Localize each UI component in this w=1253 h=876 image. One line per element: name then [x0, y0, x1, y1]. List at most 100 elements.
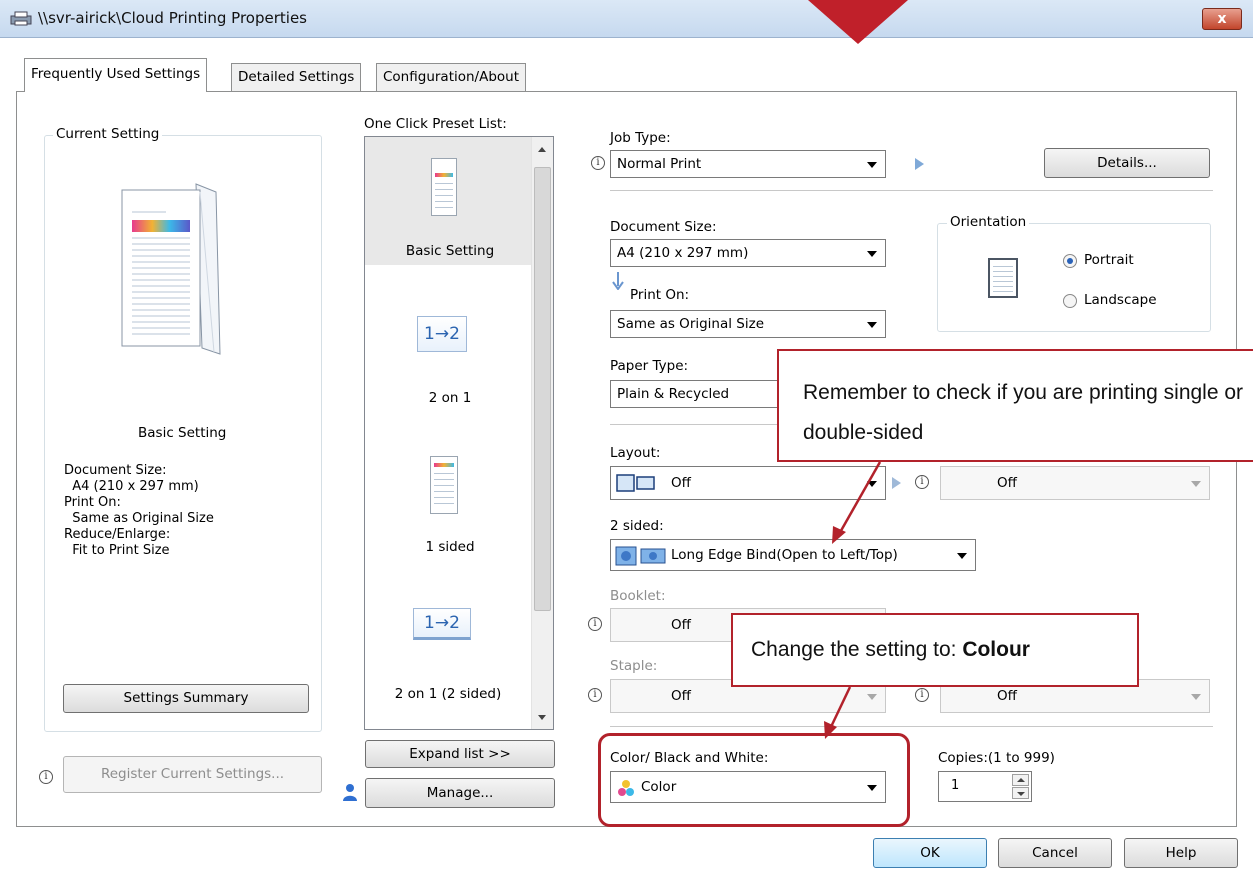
stepper-down-button[interactable]	[1012, 787, 1029, 799]
staple-value: Off	[671, 688, 691, 704]
color-bw-value: Color	[641, 779, 677, 795]
chevron-down-icon	[867, 785, 877, 791]
paper-type-value: Plain & Recycled	[617, 386, 730, 402]
color-bw-select[interactable]: Color	[610, 771, 886, 803]
info-icon: i	[591, 156, 605, 170]
staple-label: Staple:	[610, 658, 658, 674]
document-color-icon	[430, 456, 458, 514]
current-setting-legend: Current Setting	[53, 126, 163, 142]
tab-detailed-settings[interactable]: Detailed Settings	[231, 63, 362, 91]
preset-list[interactable]	[364, 136, 554, 730]
preset-item-label[interactable]: 2 on 1 (2 sided)	[378, 686, 518, 702]
current-setting-summary: Document Size: A4 (210 x 297 mm) Print O…	[64, 463, 214, 559]
expand-list-button[interactable]: Expand list >>	[365, 740, 555, 768]
preset-item-label[interactable]: 1 sided	[400, 539, 500, 555]
printer-icon	[10, 11, 32, 26]
preset-item-label[interactable]: 2 on 1	[400, 390, 500, 406]
duplex-icon	[615, 546, 666, 566]
close-button[interactable]: x	[1202, 8, 1242, 30]
job-type-select[interactable]: Normal Print	[610, 150, 886, 178]
copies-value: 1	[951, 778, 960, 793]
job-type-label: Job Type:	[610, 130, 671, 146]
scrollbar-thumb[interactable]	[534, 167, 551, 611]
arrow-right-icon	[915, 158, 924, 170]
staple-secondary-value: Off	[997, 688, 1017, 704]
tab-configuration-about[interactable]: Configuration/About	[376, 63, 527, 91]
settings-summary-button[interactable]: Settings Summary	[63, 684, 309, 713]
register-current-settings-button[interactable]: Register Current Settings...	[63, 756, 322, 793]
copies-stepper[interactable]: 1	[938, 771, 1032, 802]
printer-properties-window: \\svr-airick\Cloud Printing Properties x…	[0, 0, 1253, 876]
document-size-select[interactable]: A4 (210 x 297 mm)	[610, 239, 886, 267]
cancel-button[interactable]: Cancel	[998, 838, 1112, 868]
chevron-down-icon	[957, 553, 967, 559]
layout-icon	[616, 474, 655, 492]
orientation-legend: Orientation	[947, 214, 1030, 230]
document-preview-icon	[121, 183, 221, 355]
layout-secondary-select[interactable]: Off	[940, 466, 1210, 500]
layout-value: Off	[671, 475, 691, 491]
callout-arrow	[832, 461, 882, 544]
arrow-down-icon	[612, 272, 624, 290]
tab-frequently-used-settings[interactable]: Frequently Used Settings	[24, 58, 208, 92]
current-setting-name: Basic Setting	[138, 425, 227, 441]
chevron-down-icon	[1191, 481, 1201, 487]
summary-line: Fit to Print Size	[64, 543, 170, 558]
layout-label: Layout:	[610, 445, 661, 461]
layout-secondary-value: Off	[997, 475, 1017, 491]
stepper-up-button[interactable]	[1012, 774, 1029, 786]
callout-colour-bold: Colour	[962, 638, 1030, 661]
chevron-down-icon	[1191, 694, 1201, 700]
summary-line: Reduce/Enlarge:	[64, 527, 171, 542]
chevron-up-icon	[1017, 778, 1025, 782]
print-on-value: Same as Original Size	[617, 316, 765, 332]
print-on-select[interactable]: Same as Original Size	[610, 310, 886, 338]
two-sided-select[interactable]: Long Edge Bind(Open to Left/Top)	[610, 539, 976, 571]
summary-line: A4 (210 x 297 mm)	[64, 479, 199, 494]
details-button[interactable]: Details...	[1044, 148, 1210, 178]
info-icon: i	[588, 617, 602, 631]
callout-colour-text: Change the setting to:	[751, 638, 963, 661]
paper-type-label: Paper Type:	[610, 358, 689, 374]
scroll-up-icon[interactable]	[538, 147, 546, 152]
manage-button[interactable]: Manage...	[365, 778, 555, 808]
separator	[610, 726, 1213, 727]
portrait-radio[interactable]	[1063, 254, 1077, 268]
n-up-icon: 1→2	[417, 316, 467, 352]
color-dots-icon	[618, 780, 634, 796]
job-type-value: Normal Print	[617, 156, 702, 172]
chevron-down-icon	[867, 694, 877, 700]
copies-label: Copies:(1 to 999)	[938, 750, 1055, 766]
document-size-label: Document Size:	[610, 219, 717, 235]
n-up-duplex-icon: 1→2	[413, 608, 471, 640]
document-size-value: A4 (210 x 297 mm)	[617, 245, 749, 261]
document-color-icon	[431, 158, 457, 216]
callout-colour: Change the setting to: Colour	[731, 613, 1139, 687]
booklet-label: Booklet:	[610, 588, 666, 604]
preset-scrollbar[interactable]	[531, 137, 553, 729]
ok-button[interactable]: OK	[873, 838, 987, 868]
window-title: \\svr-airick\Cloud Printing Properties	[38, 9, 307, 27]
orientation-group	[937, 223, 1211, 332]
two-sided-value: Long Edge Bind(Open to Left/Top)	[671, 547, 898, 563]
info-icon: i	[588, 688, 602, 702]
preset-item-label[interactable]: Basic Setting	[400, 243, 500, 259]
portrait-page-icon	[988, 258, 1018, 298]
help-button[interactable]: Help	[1124, 838, 1238, 868]
preset-list-label: One Click Preset List:	[364, 116, 507, 132]
callout-sided-text: Remember to check if you are printing si…	[803, 381, 1244, 444]
info-icon: i	[915, 688, 929, 702]
info-icon: i	[39, 770, 53, 784]
scroll-down-icon[interactable]	[538, 715, 546, 720]
separator	[610, 190, 1213, 191]
landscape-label[interactable]: Landscape	[1084, 292, 1157, 308]
portrait-label[interactable]: Portrait	[1084, 252, 1134, 268]
user-icon	[343, 784, 357, 801]
title-bar[interactable]: \\svr-airick\Cloud Printing Properties x	[0, 0, 1253, 38]
chevron-down-icon	[1017, 792, 1025, 796]
color-bw-label: Color/ Black and White:	[610, 750, 769, 766]
chevron-down-icon	[867, 162, 877, 168]
chevron-down-icon	[867, 251, 877, 257]
landscape-radio[interactable]	[1063, 294, 1077, 308]
summary-line: Document Size:	[64, 463, 167, 478]
